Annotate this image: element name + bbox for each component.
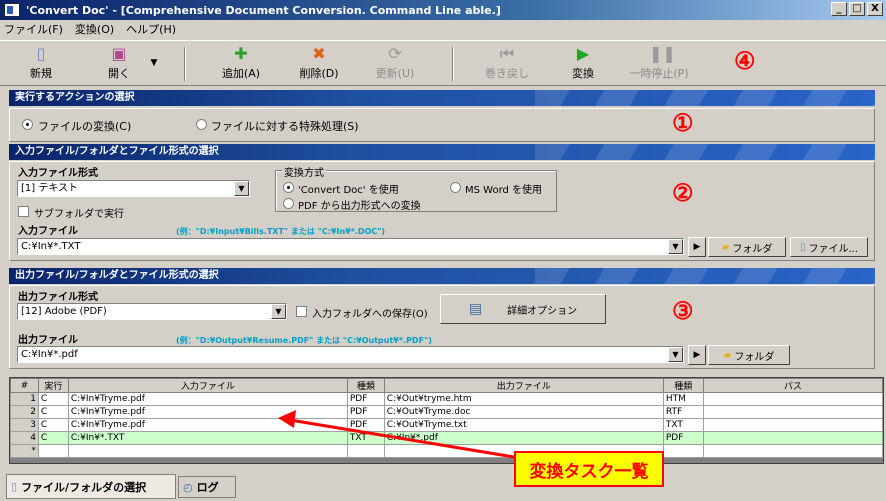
bottom-tabs: ▯ ファイル/フォルダの選択 ◴ ログ [0, 474, 886, 501]
tab-file-folder-selection[interactable]: ▯ ファイル/フォルダの選択 [6, 474, 176, 499]
document-icon: ▯ [11, 480, 18, 493]
log-clock-icon: ◴ [183, 480, 193, 494]
tab-file-folder-label: ファイル/フォルダの選択 [21, 480, 147, 494]
tab-log-label: ログ [196, 481, 219, 494]
callout-arrow [278, 410, 521, 460]
tab-log[interactable]: ◴ ログ [178, 476, 236, 498]
